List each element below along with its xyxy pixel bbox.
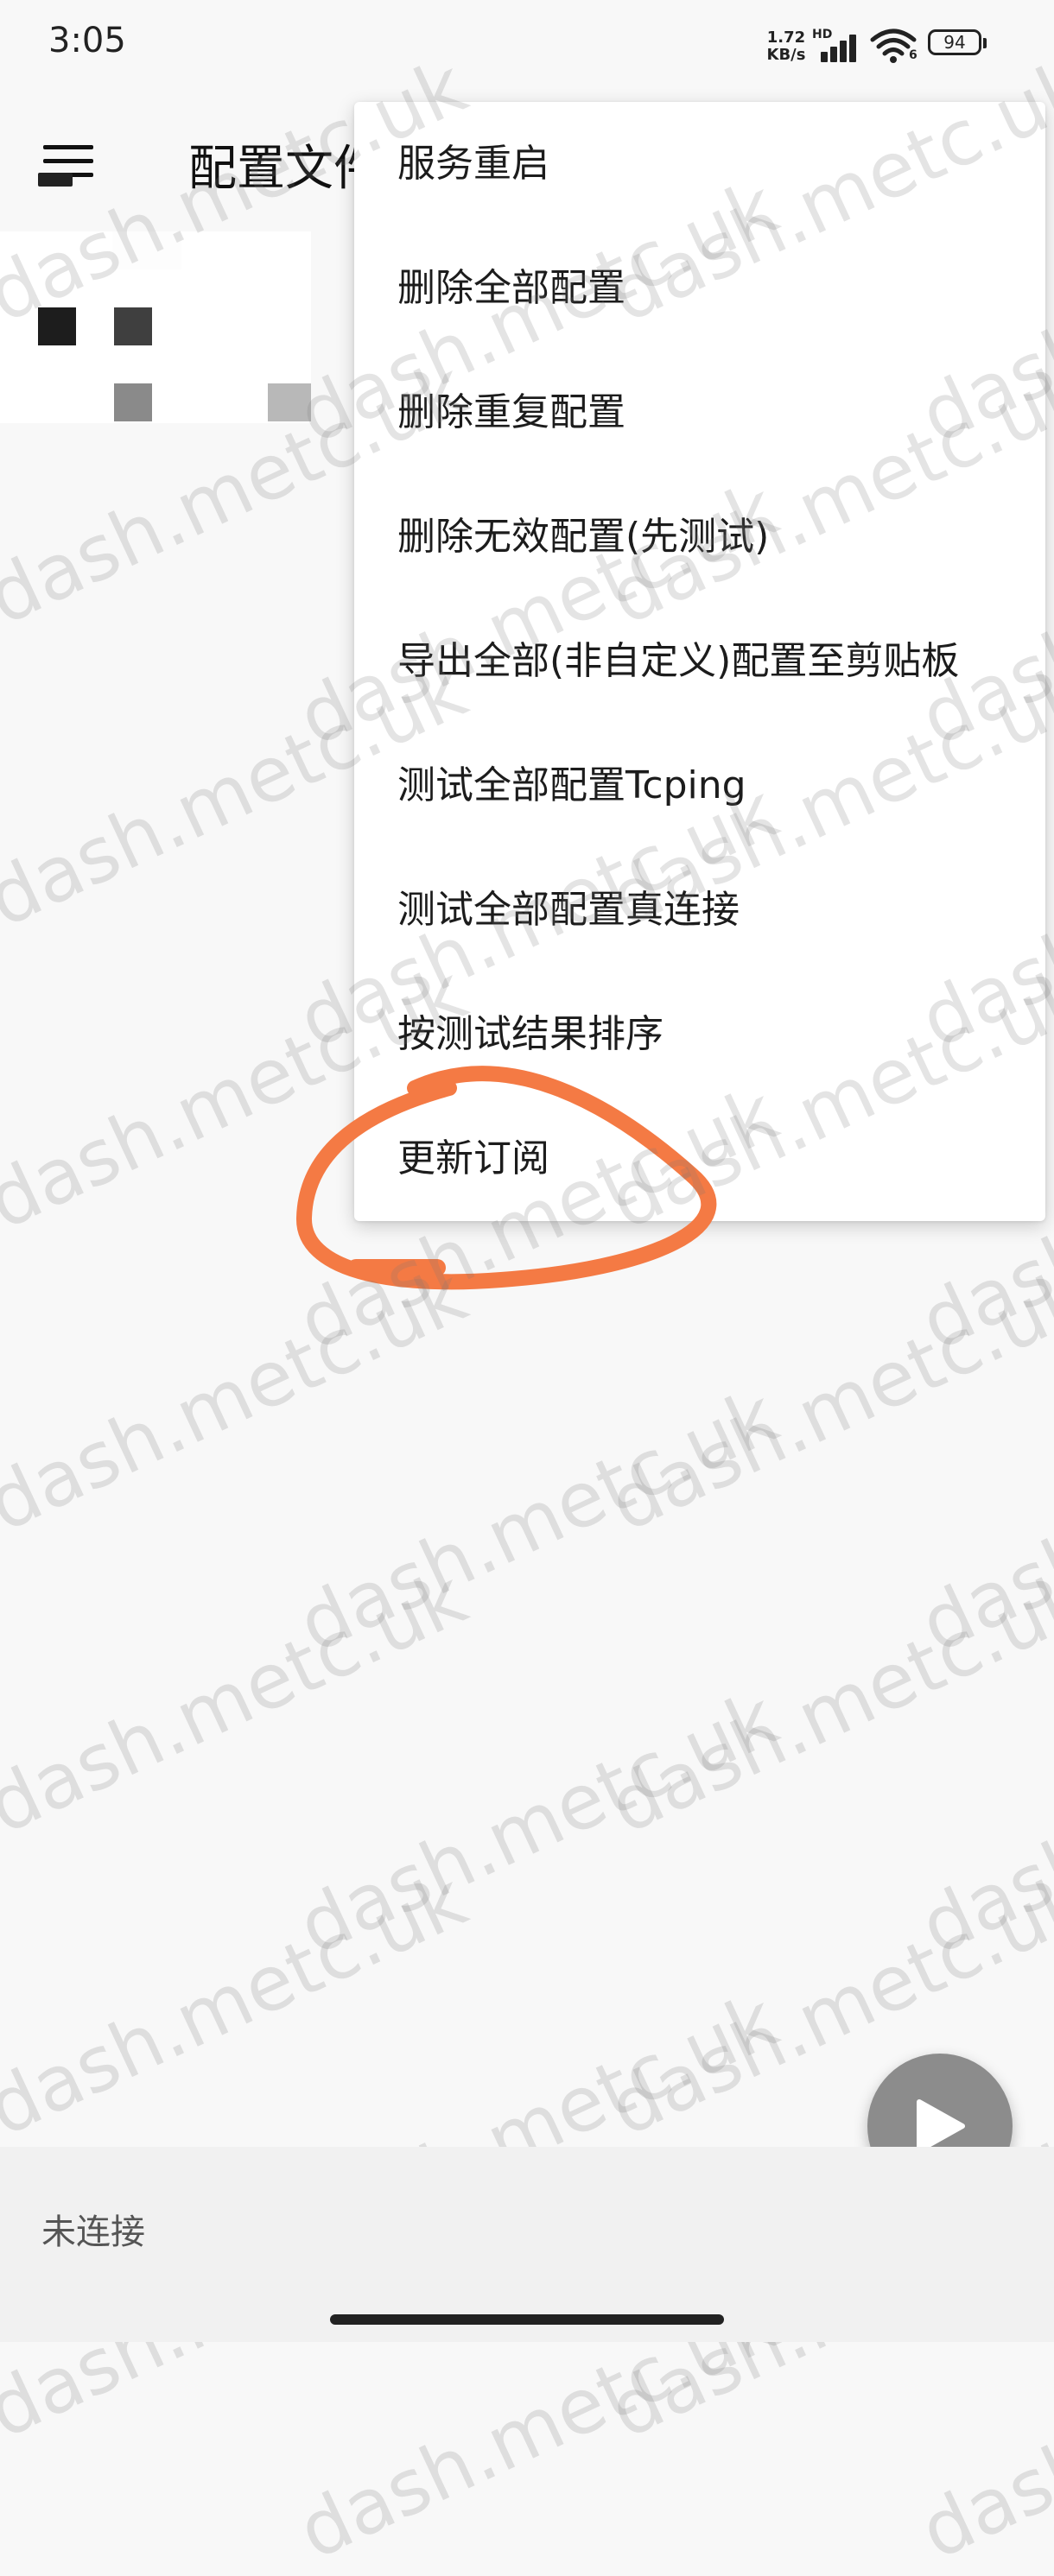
menu-item-update-subscription[interactable]: 更新订阅 xyxy=(354,1097,1045,1221)
connection-status-text[interactable]: 未连接 xyxy=(41,2204,145,2254)
bottom-status-bar xyxy=(0,2147,1054,2342)
watermark-text: dash.metc.uk xyxy=(907,1370,1054,1670)
menu-item-test-real-connection[interactable]: 测试全部配置真连接 xyxy=(354,848,1045,972)
menu-item-delete-all-configs[interactable]: 删除全部配置 xyxy=(354,226,1045,351)
menu-item-sort-by-test-result[interactable]: 按测试结果排序 xyxy=(354,972,1045,1097)
watermark-text: dash.metc.uk xyxy=(0,1854,479,2154)
watermark-text: dash.metc.uk xyxy=(285,1370,790,1670)
watermark-text: dash.metc.uk xyxy=(0,1552,479,1851)
menu-item-delete-invalid-configs[interactable]: 删除无效配置(先测试) xyxy=(354,475,1045,599)
status-time: 3:05 xyxy=(48,21,126,60)
battery-icon: 94 xyxy=(928,29,987,59)
watermark-text: dash.metc.uk xyxy=(285,1673,790,1972)
home-indicator[interactable] xyxy=(330,2314,724,2325)
censored-profile-area xyxy=(0,231,311,423)
network-speed-unit: KB/s xyxy=(766,46,806,64)
menu-item-restart-service[interactable]: 服务重启 xyxy=(354,102,1045,226)
wifi-icon: 6 xyxy=(869,26,917,64)
hamburger-menu-icon[interactable] xyxy=(38,145,100,190)
battery-level: 94 xyxy=(928,29,981,55)
signal-icon xyxy=(816,33,860,62)
network-speed-value: 1.72 xyxy=(766,28,806,47)
status-bar: 3:05 1.72 KB/s HD 6 94 xyxy=(0,0,1054,86)
watermark-text: dash.metc.uk xyxy=(596,1250,1054,1549)
menu-item-export-configs-clipboard[interactable]: 导出全部(非自定义)配置至剪贴板 xyxy=(354,599,1045,724)
overflow-menu: 服务重启 删除全部配置 删除重复配置 删除无效配置(先测试) 导出全部(非自定义… xyxy=(354,102,1045,1221)
menu-item-test-tcping[interactable]: 测试全部配置Tcping xyxy=(354,724,1045,848)
watermark-text: dash.metc.uk xyxy=(0,1250,479,1549)
menu-item-delete-duplicate-configs[interactable]: 删除重复配置 xyxy=(354,351,1045,475)
watermark-text: dash.metc.uk xyxy=(596,1552,1054,1851)
wifi-band-label: 6 xyxy=(909,48,917,62)
page-title: 配置文件 xyxy=(188,141,382,197)
network-speed: 1.72 KB/s xyxy=(760,29,812,64)
watermark-text: dash.metc.uk xyxy=(907,1673,1054,1972)
